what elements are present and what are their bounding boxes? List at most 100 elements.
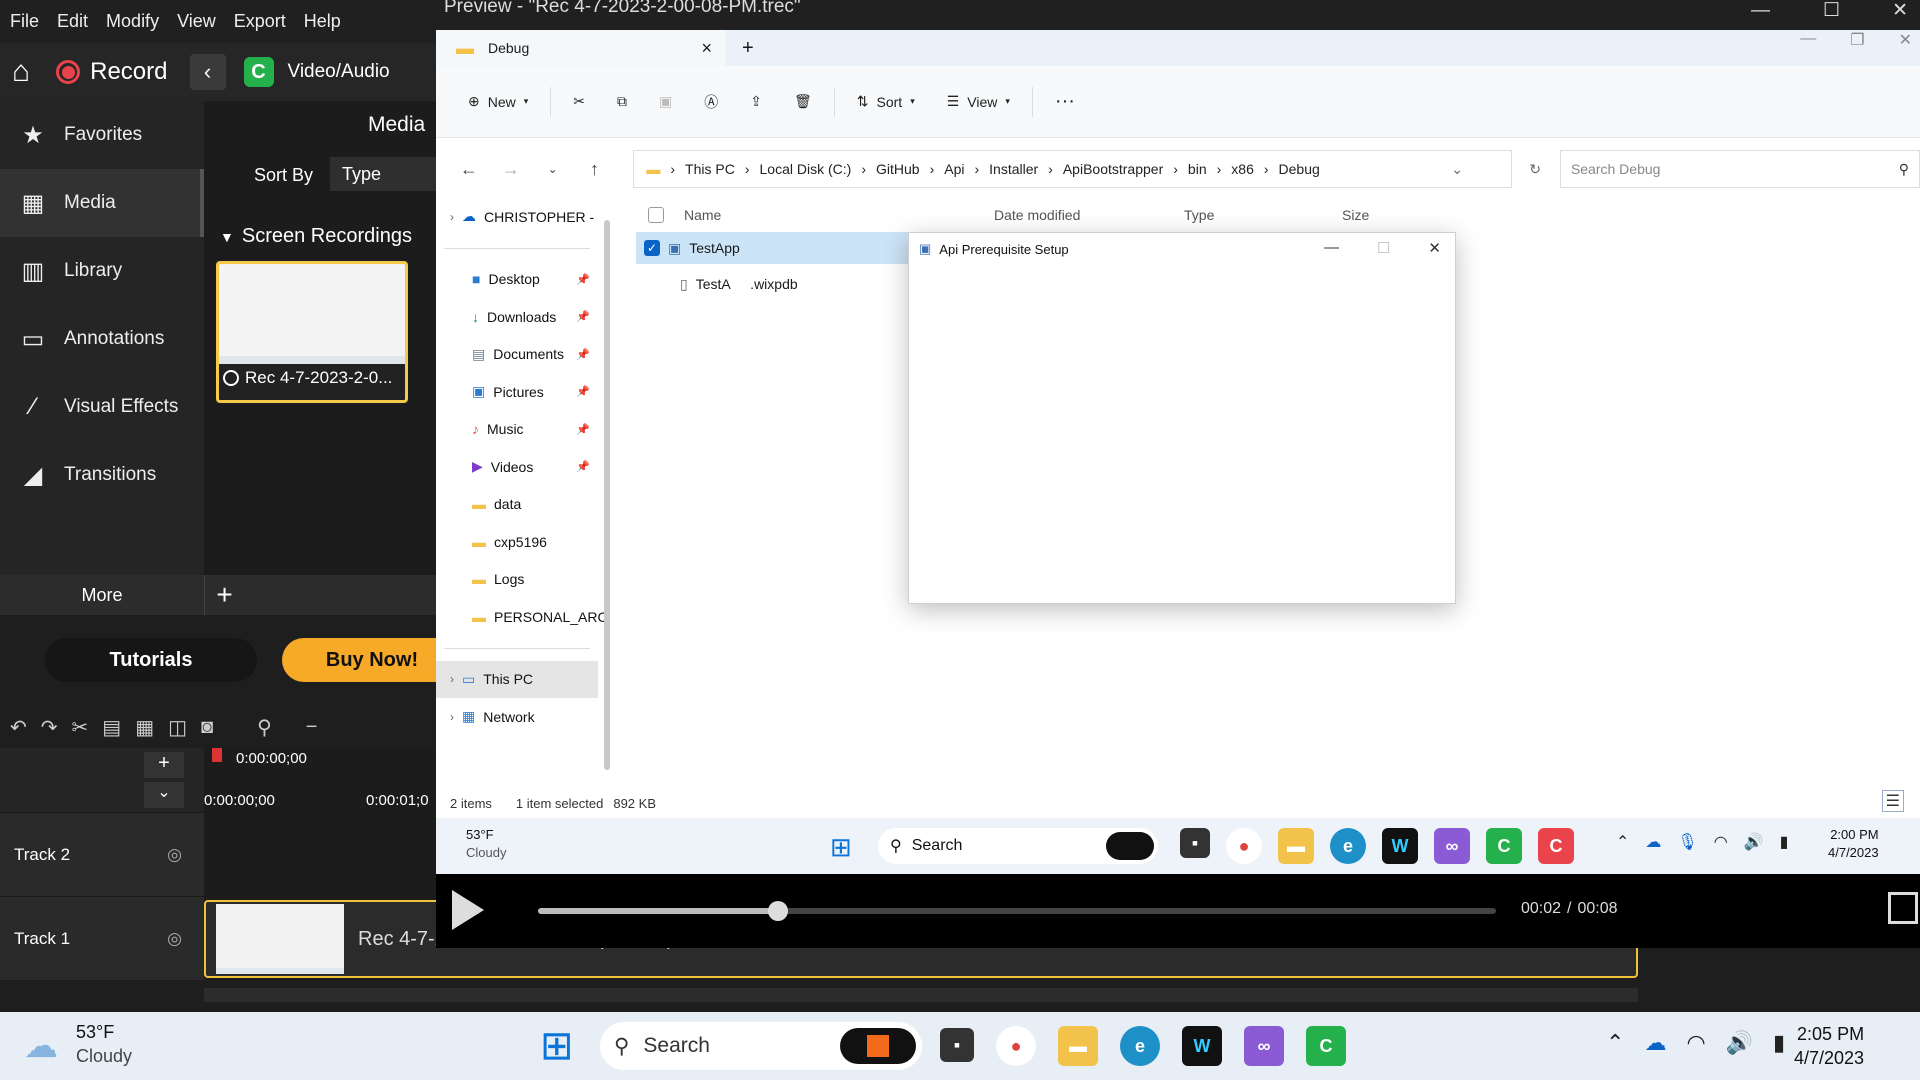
undo-icon[interactable]: ↶	[10, 715, 27, 740]
cut-icon[interactable]: ✂	[72, 715, 89, 740]
taskbar-clock[interactable]: 2:05 PM 4/7/2023	[1794, 1022, 1864, 1070]
battery-icon[interactable]: ▮	[1780, 832, 1789, 852]
breadcrumb-item[interactable]: This PC	[685, 161, 735, 177]
zoom-icon[interactable]: ⚲	[257, 715, 272, 740]
edge-icon[interactable]: e	[1330, 828, 1366, 864]
nav-pane-scrollbar[interactable]	[604, 220, 610, 770]
nav-item-logs[interactable]: ▬ Logs	[436, 561, 598, 599]
nav-item-documents[interactable]: ▤ Documents 📌	[436, 336, 598, 374]
track-1-header[interactable]: Track 1 ◎	[0, 896, 204, 980]
taskbar-weather[interactable]: 53°F Cloudy	[76, 1020, 132, 1068]
minimize-icon[interactable]: —	[1324, 239, 1339, 257]
breadcrumb-item[interactable]: ApiBootstrapper	[1063, 161, 1163, 177]
windows-start-icon[interactable]: ⊞	[540, 1026, 574, 1066]
tutorials-button[interactable]: Tutorials	[45, 638, 257, 682]
split-icon[interactable]: ◫	[168, 715, 187, 740]
menu-help[interactable]: Help	[304, 11, 341, 32]
sort-button[interactable]: ⇅ Sort ▾	[847, 84, 925, 120]
nav-item-account[interactable]: › ☁ CHRISTOPHER -	[436, 198, 598, 236]
close-icon[interactable]: ✕	[1428, 239, 1441, 257]
sidebar-item-transitions[interactable]: ◢ Transitions	[0, 441, 204, 509]
camera-icon[interactable]: ◙	[201, 716, 213, 739]
copy-icon[interactable]: ▤	[102, 715, 121, 740]
more-button[interactable]: More	[0, 585, 204, 606]
sort-select[interactable]: Type	[330, 157, 440, 191]
breadcrumb-item[interactable]: Api	[944, 161, 964, 177]
nav-item-desktop[interactable]: ■ Desktop 📌	[436, 261, 598, 299]
maximize-icon[interactable]: ☐	[1377, 239, 1390, 257]
share-button[interactable]: ⇪	[740, 84, 772, 120]
timeline-scrollbar[interactable]	[204, 988, 1638, 1002]
column-date-modified[interactable]: Date modified	[994, 207, 1184, 223]
tab-debug[interactable]: ▬ Debug ×	[436, 30, 726, 66]
windows-start-icon[interactable]: ⊞	[830, 832, 852, 863]
screen-recordings-header[interactable]: ▼ Screen Recordings	[220, 225, 412, 248]
nav-item-network[interactable]: › ▦ Network	[436, 698, 598, 736]
address-bar[interactable]: ▬ › This PC › Local Disk (C:) › GitHub › Ap…	[633, 150, 1541, 188]
home-icon[interactable]: ⌂	[12, 55, 30, 89]
close-tab-icon[interactable]: ×	[701, 38, 712, 59]
minimize-icon[interactable]: —	[1751, 1, 1770, 20]
webex-icon[interactable]: W	[1382, 828, 1418, 864]
timeline-ruler[interactable]: 0:00:00;00 0:00:00;00 0:00:01;0	[204, 748, 440, 812]
select-all-checkbox[interactable]	[648, 207, 664, 223]
onedrive-icon[interactable]: ☁	[1644, 1030, 1666, 1056]
inner-search-box[interactable]: ⚲ Search	[878, 828, 1158, 864]
add-track-button[interactable]: +	[144, 752, 184, 778]
chevron-up-icon[interactable]: ⌃	[1616, 832, 1629, 852]
column-name[interactable]: Name	[684, 207, 994, 223]
inner-clock[interactable]: 2:00 PM 4/7/2023	[1828, 826, 1879, 862]
menu-modify[interactable]: Modify	[106, 11, 159, 32]
file-explorer-icon[interactable]: ▬	[1058, 1026, 1098, 1066]
new-button[interactable]: ⊕ New ▾	[458, 84, 538, 120]
nav-item-music[interactable]: ♪ Music 📌	[436, 411, 598, 449]
minimize-icon[interactable]: —	[1800, 30, 1816, 50]
details-view-icon[interactable]: ☰	[1881, 790, 1904, 812]
cut-button[interactable]: ✂	[563, 84, 595, 120]
sidebar-item-media[interactable]: ▦ Media	[0, 169, 204, 237]
camtasia-recorder-icon[interactable]: C	[1538, 828, 1574, 864]
file-explorer-icon[interactable]: ▬	[1278, 828, 1314, 864]
seek-bar[interactable]	[538, 901, 1496, 921]
track-visibility-icon[interactable]: ◎	[167, 929, 182, 949]
menu-file[interactable]: File	[10, 11, 39, 32]
copy-button[interactable]: ⧉	[607, 84, 637, 120]
track-visibility-icon[interactable]: ◎	[167, 845, 182, 865]
view-button[interactable]: ☰ View ▾	[937, 84, 1020, 120]
track-2-header[interactable]: Track 2 ◎	[0, 812, 204, 896]
seek-thumb[interactable]	[767, 901, 788, 921]
microphone-icon[interactable]: 🎙	[1677, 832, 1697, 852]
nav-item-data[interactable]: ▬ data	[436, 486, 598, 524]
breadcrumb-item[interactable]: Local Disk (C:)	[760, 161, 852, 177]
collapse-tracks-button[interactable]: ⌄	[144, 782, 184, 808]
taskbar-search-box[interactable]: ⚲ Search	[600, 1022, 922, 1070]
battery-icon[interactable]: ▮	[1773, 1030, 1785, 1056]
playhead-marker[interactable]	[212, 748, 222, 762]
paste-icon[interactable]: ▦	[135, 715, 154, 740]
address-dropdown-icon[interactable]: ⌄	[1451, 161, 1463, 178]
recent-chevron-icon[interactable]: ⌄	[534, 162, 572, 176]
track-2-area[interactable]	[204, 812, 440, 896]
sidebar-item-visual-effects[interactable]: ⁄ Visual Effects	[0, 373, 204, 441]
sidebar-item-favorites[interactable]: ★ Favorites	[0, 101, 204, 169]
visual-studio-icon[interactable]: ∞	[1244, 1026, 1284, 1066]
maximize-icon[interactable]: ☐	[1823, 1, 1840, 20]
menu-export[interactable]: Export	[234, 11, 286, 32]
nav-item-downloads[interactable]: ↓ Downloads 📌	[436, 298, 598, 336]
delete-button[interactable]: 🗑	[784, 84, 822, 120]
nav-item-videos[interactable]: ▶ Videos 📌	[436, 448, 598, 486]
video-audio-button[interactable]: C Video/Audio	[243, 57, 390, 87]
breadcrumb-item[interactable]: bin	[1188, 161, 1207, 177]
onedrive-icon[interactable]: ☁	[1645, 832, 1661, 852]
collapse-button[interactable]: ‹	[189, 54, 226, 90]
rename-button[interactable]: Ⓐ	[694, 84, 728, 120]
chrome-icon[interactable]: ●	[996, 1026, 1036, 1066]
media-clip-thumbnail[interactable]: Rec 4-7-2023-2-0...	[216, 261, 408, 403]
nav-item-this-pc[interactable]: › ▭ This PC	[436, 660, 598, 698]
buy-now-button[interactable]: Buy Now!	[282, 638, 462, 682]
search-input[interactable]: Search Debug ⚲	[1559, 150, 1920, 188]
edge-icon[interactable]: e	[1120, 1026, 1160, 1066]
wifi-icon[interactable]: ◠	[1714, 832, 1728, 852]
camtasia-icon[interactable]: C	[1486, 828, 1522, 864]
volume-icon[interactable]: 🔊	[1744, 832, 1764, 852]
